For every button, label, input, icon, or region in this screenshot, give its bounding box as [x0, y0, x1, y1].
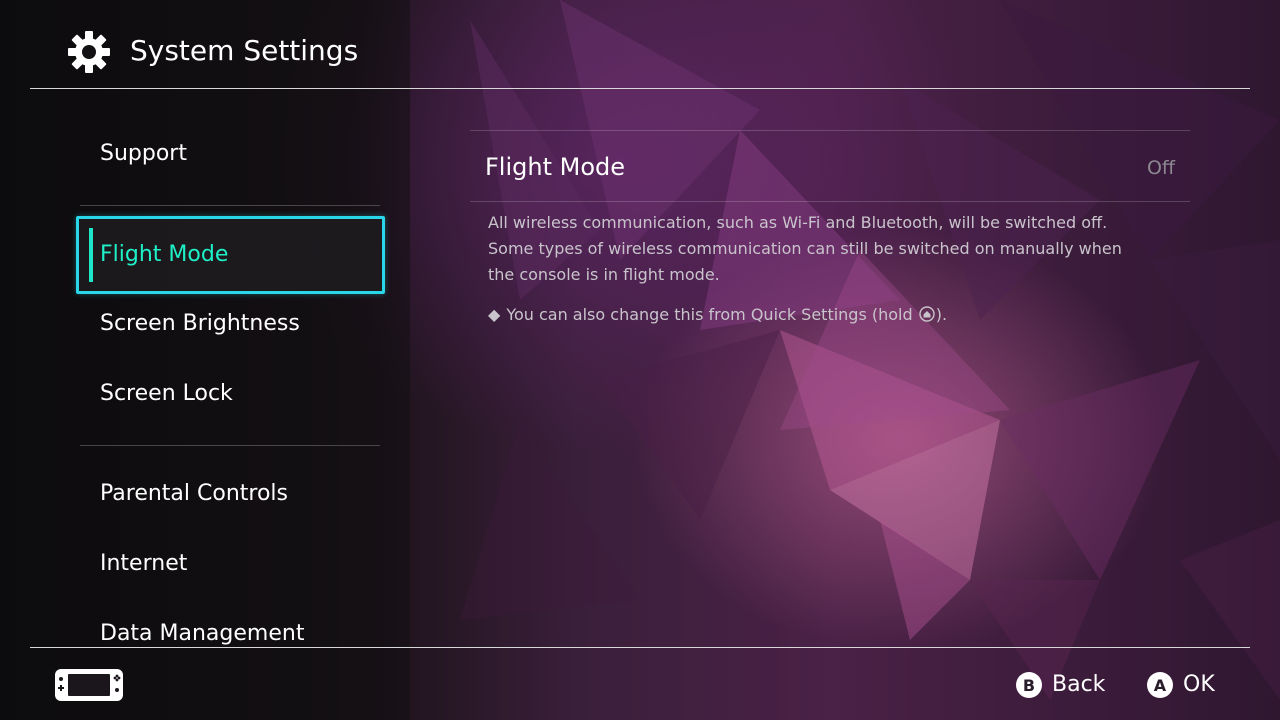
sidebar-divider [80, 205, 380, 206]
back-label: Back [1052, 672, 1106, 697]
selection-indicator [89, 228, 93, 282]
ok-button[interactable]: A OK [1147, 670, 1215, 700]
description-line: All wireless communication, such as Wi-F… [488, 213, 1108, 232]
sidebar-item-screen-lock[interactable]: Screen Lock [100, 379, 233, 409]
sidebar-item-internet[interactable]: Internet [100, 549, 187, 579]
quick-settings-note: ◆ You can also change this from Quick Set… [488, 302, 947, 328]
a-button-icon: A [1147, 672, 1173, 698]
settings-sidebar: Support Flight Mode Screen Brightness Sc… [0, 89, 410, 646]
sidebar-item-data-management[interactable]: Data Management [100, 619, 304, 646]
sidebar-item-support[interactable]: Support [100, 139, 187, 169]
sidebar-item-label: Flight Mode [100, 242, 229, 267]
gear-icon [68, 31, 110, 73]
diamond-bullet-icon: ◆ [488, 305, 501, 324]
sidebar-divider [80, 445, 380, 446]
setting-value: Off [1146, 157, 1175, 179]
system-settings-screen: System Settings Support Flight Mode Scre… [0, 0, 1280, 720]
note-text: You can also change this from Quick Sett… [506, 305, 918, 324]
page-title: System Settings [130, 34, 359, 67]
ok-label: OK [1183, 672, 1215, 697]
home-button-icon [919, 306, 935, 322]
sidebar-item-flight-mode[interactable]: Flight Mode [76, 216, 385, 294]
sidebar-item-parental-controls[interactable]: Parental Controls [100, 479, 288, 509]
back-button[interactable]: B Back [1016, 670, 1105, 700]
flight-mode-setting-row[interactable]: Flight Mode Off [470, 130, 1190, 202]
description-line: the console is in flight mode. [488, 265, 720, 284]
setting-name: Flight Mode [485, 153, 626, 181]
setting-description: All wireless communication, such as Wi-F… [488, 210, 1188, 288]
description-line: Some types of wireless communication can… [488, 239, 1122, 258]
header-bar: System Settings [30, 0, 1250, 89]
console-handheld-icon [55, 669, 123, 701]
b-button-icon: B [1016, 672, 1042, 698]
footer-bar: B Back A OK [30, 647, 1250, 720]
note-text-end: ). [935, 305, 948, 324]
sidebar-item-screen-brightness[interactable]: Screen Brightness [100, 309, 300, 339]
